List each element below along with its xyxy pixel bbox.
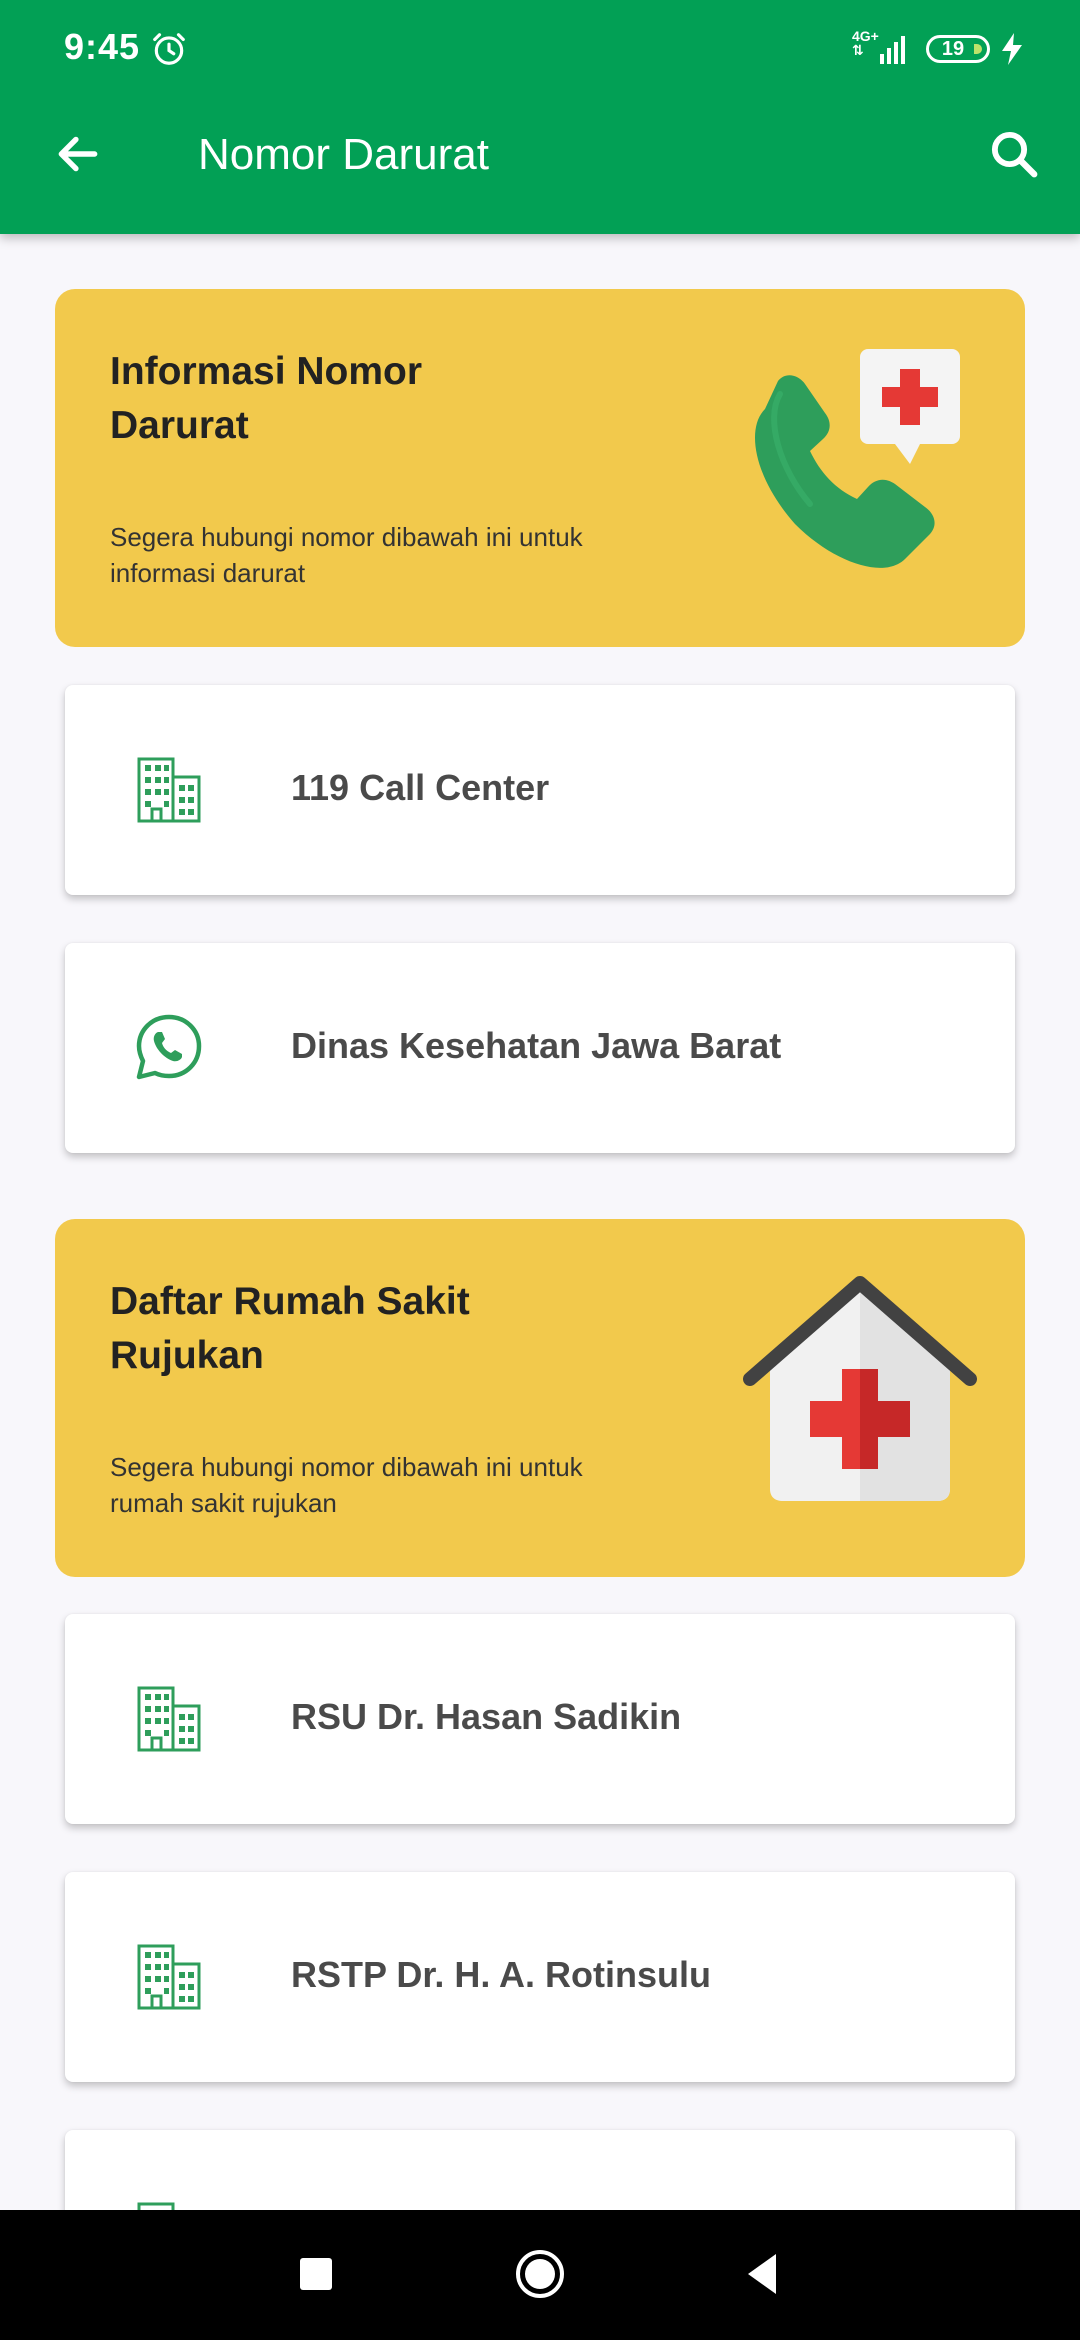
hospital-house-icon bbox=[743, 1276, 977, 1501]
contact-card-partial[interactable] bbox=[65, 2130, 1015, 2210]
content-scroll[interactable]: Informasi Nomor Darurat Segera hubungi n… bbox=[0, 234, 1080, 2210]
contact-label: RSU Dr. Hasan Sadikin bbox=[291, 1696, 682, 1737]
section-description: Segera hubungi nomor dibawah ini untuk r… bbox=[110, 1452, 583, 1518]
signal-icon bbox=[880, 36, 905, 64]
network-type: 4G+ ⇅ bbox=[852, 28, 879, 58]
building-icon bbox=[137, 1686, 201, 1752]
battery-icon: 19 bbox=[926, 35, 990, 63]
battery-level: 19 bbox=[941, 37, 965, 60]
building-icon bbox=[137, 1944, 201, 2010]
contact-card-rsu-hasan-sadikin[interactable]: RSU Dr. Hasan Sadikin bbox=[65, 1614, 1015, 1824]
contact-card-dinas-kesehatan[interactable]: Dinas Kesehatan Jawa Barat bbox=[65, 943, 1015, 1153]
contact-card-rstp-rotinsulu[interactable]: RSTP Dr. H. A. Rotinsulu bbox=[65, 1872, 1015, 2082]
contact-card-119-call-center[interactable]: 119 Call Center bbox=[65, 685, 1015, 895]
search-button[interactable] bbox=[980, 120, 1048, 188]
charging-bolt-icon bbox=[1002, 33, 1022, 65]
back-button[interactable] bbox=[44, 120, 112, 188]
alarm-icon bbox=[153, 33, 185, 65]
page-title: Nomor Darurat bbox=[198, 130, 489, 179]
section-description: Segera hubungi nomor dibawah ini untuk i… bbox=[110, 522, 583, 588]
status-time: 9:45 bbox=[64, 26, 141, 67]
home-button[interactable] bbox=[514, 2248, 566, 2300]
contact-label: 119 Call Center bbox=[291, 767, 550, 808]
contact-label: Dinas Kesehatan Jawa Barat bbox=[291, 1025, 782, 1066]
recent-apps-button[interactable] bbox=[300, 2258, 332, 2290]
search-icon bbox=[991, 131, 1038, 178]
system-nav-bar bbox=[0, 2210, 1080, 2340]
section-title: Daftar Rumah Sakit Rujukan bbox=[110, 1280, 470, 1377]
arrow-left-icon bbox=[58, 136, 98, 172]
phone-medical-icon bbox=[755, 349, 960, 568]
whatsapp-icon bbox=[136, 1014, 202, 1080]
section-header-referral-hospitals: Daftar Rumah Sakit Rujukan Segera hubung… bbox=[55, 1219, 1025, 1577]
back-nav-button[interactable] bbox=[742, 2250, 782, 2298]
building-icon bbox=[137, 2202, 175, 2210]
contact-label: RSTP Dr. H. A. Rotinsulu bbox=[291, 1954, 712, 1995]
building-icon bbox=[137, 757, 201, 823]
section-header-emergency-info: Informasi Nomor Darurat Segera hubungi n… bbox=[55, 289, 1025, 647]
app-bar: 9:45 4G+ ⇅ 19 Nomor Darurat bbox=[0, 0, 1080, 234]
section-title: Informasi Nomor Darurat bbox=[110, 350, 423, 447]
